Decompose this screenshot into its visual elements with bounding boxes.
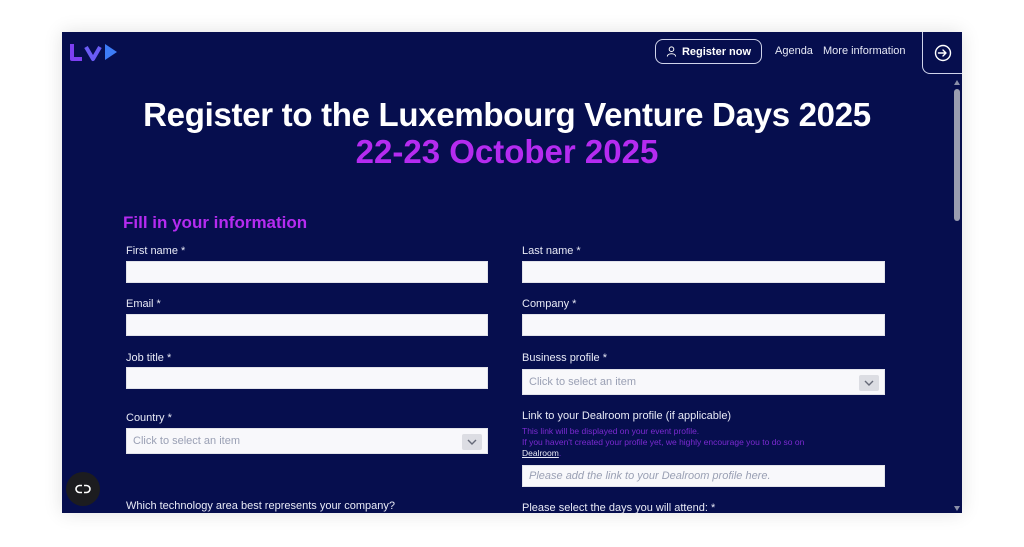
country-label: Country * (126, 412, 172, 424)
dealroom-label: Link to your Dealroom profile (if applic… (522, 410, 732, 422)
dealroom-link[interactable]: Dealroom (522, 448, 559, 458)
register-now-button[interactable]: Register now (655, 39, 762, 64)
dealroom-hint-line-1: This link will be displayed on your even… (522, 426, 700, 436)
dealroom-link-field[interactable]: Please add the link to your Dealroom pro… (522, 465, 885, 487)
attendance-days-label: Please select the days you will attend: … (522, 502, 716, 513)
nav-agenda-link[interactable]: Agenda (775, 45, 813, 57)
sign-in-icon (934, 44, 951, 61)
company-field[interactable] (522, 314, 885, 336)
cookie-settings-button[interactable] (66, 472, 100, 506)
chevron-down-icon[interactable] (462, 434, 482, 450)
email-label: Email * (126, 298, 161, 310)
dealroom-link-placeholder: Please add the link to your Dealroom pro… (529, 470, 771, 482)
scrollbar-thumb[interactable] (954, 89, 960, 221)
job-title-field[interactable] (126, 367, 488, 389)
login-button[interactable] (922, 32, 962, 74)
scroll-up-arrow-icon[interactable] (954, 80, 960, 85)
last-name-label: Last name * (522, 245, 581, 257)
nav-more-information-link[interactable]: More information (823, 45, 906, 57)
page-scrollbar[interactable] (952, 80, 962, 513)
technology-area-label: Which technology area best represents yo… (126, 500, 396, 512)
event-date: 22-23 October 2025 (355, 133, 659, 170)
dealroom-hint-line-2: If you haven't created your profile yet,… (522, 437, 805, 447)
job-title-label: Job title * (126, 352, 172, 364)
last-name-field[interactable] (522, 261, 885, 283)
first-name-label: First name * (126, 245, 186, 257)
register-now-label: Register now (681, 45, 752, 58)
business-profile-select[interactable]: Click to select an item (522, 369, 885, 395)
business-profile-label: Business profile * (522, 352, 607, 364)
dealroom-hint-line-3: Dealroom. (522, 448, 562, 458)
browser-window: Register now Agenda More information Reg… (62, 32, 962, 513)
lvd-logo[interactable] (70, 41, 128, 63)
company-label: Company * (522, 298, 577, 310)
form-heading: Fill in your information (123, 213, 308, 232)
page-title: Register to the Luxembourg Venture Days … (143, 96, 871, 133)
first-name-field[interactable] (126, 261, 488, 283)
country-placeholder: Click to select an item (133, 435, 240, 447)
email-field[interactable] (126, 314, 488, 336)
chevron-down-icon[interactable] (859, 375, 879, 391)
scroll-down-arrow-icon[interactable] (954, 506, 960, 511)
cookie-settings-icon (75, 484, 91, 494)
country-select[interactable]: Click to select an item (126, 428, 488, 454)
user-icon (666, 46, 677, 57)
business-profile-placeholder: Click to select an item (529, 376, 636, 388)
